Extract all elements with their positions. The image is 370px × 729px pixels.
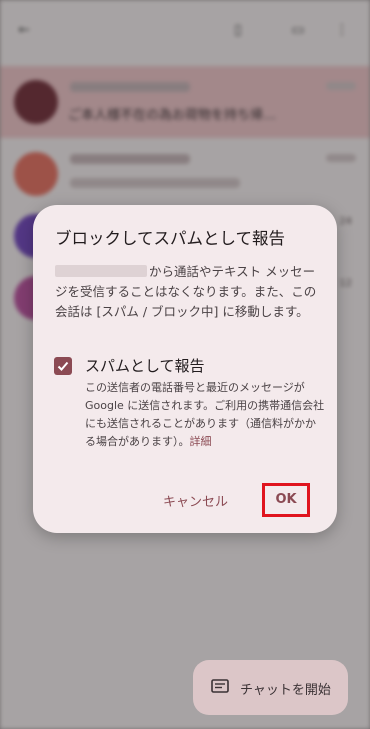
start-chat-button[interactable]: チャットを開始 xyxy=(193,660,348,715)
cancel-button[interactable]: キャンセル xyxy=(163,491,228,510)
report-spam-description: この送信者の電話番号と最近のメッセージが Google に送信されます。ご利用の… xyxy=(85,379,325,451)
start-chat-label: チャットを開始 xyxy=(240,683,331,698)
chat-icon xyxy=(211,679,229,693)
dialog-body: から通話やテキスト メッセージを受信することはなくなります。また、この会話は [… xyxy=(55,262,323,322)
block-report-dialog: ブロックしてスパムとして報告 から通話やテキスト メッセージを受信することはなく… xyxy=(33,205,337,533)
check-icon xyxy=(57,361,69,371)
ok-button[interactable]: OK xyxy=(262,483,310,517)
report-spam-label[interactable]: スパムとして報告 xyxy=(85,355,205,376)
report-spam-checkbox[interactable] xyxy=(54,357,72,375)
details-link[interactable]: 詳細 xyxy=(190,435,212,448)
dialog-title: ブロックしてスパムとして報告 xyxy=(55,229,286,248)
redacted-phone-number xyxy=(55,265,147,277)
